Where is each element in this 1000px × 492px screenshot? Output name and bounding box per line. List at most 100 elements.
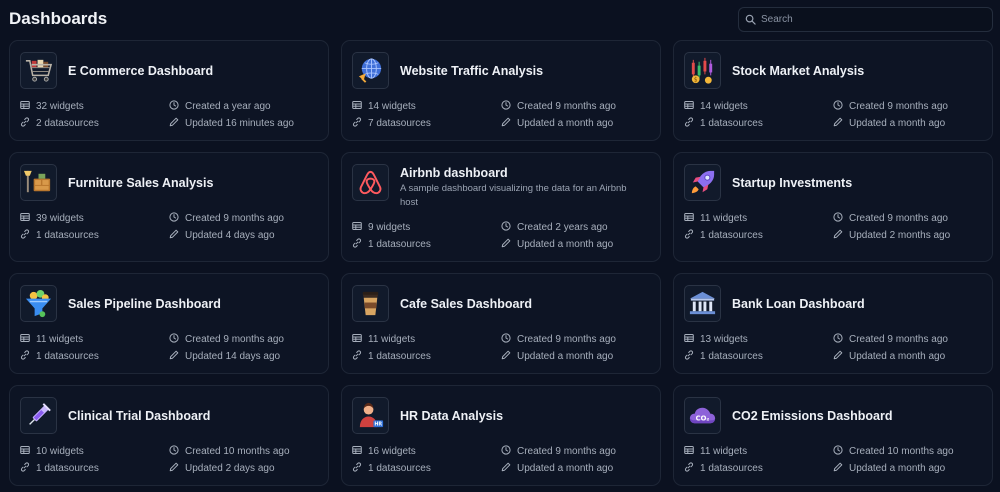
dashboard-card[interactable]: Furniture Sales Analysis 39 widgets 1 da… xyxy=(9,152,329,262)
dashboard-title[interactable]: Airbnb dashboard xyxy=(400,166,508,180)
pencil-icon xyxy=(169,462,185,475)
widgets-count-label: 10 widgets xyxy=(36,446,84,457)
updated-time-label: Updated a month ago xyxy=(517,463,614,474)
widgets-icon xyxy=(684,333,700,346)
updated-time-label: Updated a month ago xyxy=(517,118,614,129)
updated-time: Updated a month ago xyxy=(501,462,613,475)
datasources-count-label: 1 datasources xyxy=(700,118,763,129)
clock-icon xyxy=(501,445,517,458)
updated-time: Updated a month ago xyxy=(833,462,945,475)
widgets-count: 32 widgets xyxy=(20,100,84,113)
syringe-icon xyxy=(20,397,57,434)
dashboard-title[interactable]: Bank Loan Dashboard xyxy=(732,297,865,311)
dashboard-title[interactable]: Website Traffic Analysis xyxy=(400,64,543,78)
widgets-count-label: 14 widgets xyxy=(368,101,416,112)
link-icon xyxy=(20,117,36,130)
dashboard-card[interactable]: $ Stock Market Analysis 14 widgets 1 dat… xyxy=(673,40,993,141)
datasources-count: 1 datasources xyxy=(684,229,763,242)
created-time: Created 9 months ago xyxy=(169,333,284,346)
clock-icon xyxy=(501,221,517,234)
created-time: Created 9 months ago xyxy=(833,212,948,225)
updated-time: Updated 16 minutes ago xyxy=(169,117,294,130)
dashboard-card[interactable]: E Commerce Dashboard 32 widgets 2 dataso… xyxy=(9,40,329,141)
dashboard-title[interactable]: HR Data Analysis xyxy=(400,409,503,423)
created-time: Created 9 months ago xyxy=(169,212,284,225)
dashboard-title[interactable]: CO2 Emissions Dashboard xyxy=(732,409,892,423)
search-box[interactable] xyxy=(738,7,993,32)
pencil-icon xyxy=(833,350,849,363)
search-input[interactable] xyxy=(761,14,986,25)
widgets-icon xyxy=(684,100,700,113)
datasources-count-label: 1 datasources xyxy=(700,230,763,241)
dashboard-card[interactable]: Clinical Trial Dashboard 10 widgets 1 da… xyxy=(9,385,329,486)
link-icon xyxy=(352,117,368,130)
dashboard-card[interactable]: HR HR Data Analysis 16 widgets 1 datasou… xyxy=(341,385,661,486)
dashboard-card[interactable]: Bank Loan Dashboard 13 widgets 1 datasou… xyxy=(673,273,993,374)
clock-icon xyxy=(169,445,185,458)
airbnb-logo-icon xyxy=(352,164,389,201)
funnel-icon xyxy=(20,285,57,322)
dashboard-card[interactable]: Startup Investments 11 widgets 1 datasou… xyxy=(673,152,993,262)
dashboard-card[interactable]: CO₂ CO2 Emissions Dashboard 11 widgets 1… xyxy=(673,385,993,486)
widgets-icon xyxy=(20,445,36,458)
created-time: Created 9 months ago xyxy=(501,445,616,458)
datasources-count: 1 datasources xyxy=(684,462,763,475)
widgets-icon xyxy=(352,333,368,346)
created-time-label: Created 9 months ago xyxy=(849,334,948,345)
clock-icon xyxy=(169,333,185,346)
pencil-icon xyxy=(501,117,517,130)
updated-time: Updated a month ago xyxy=(833,117,945,130)
widgets-count-label: 9 widgets xyxy=(368,222,411,233)
clock-icon xyxy=(169,212,185,225)
created-time-label: Created 10 months ago xyxy=(849,446,954,457)
widgets-count: 14 widgets xyxy=(684,100,748,113)
widgets-count-label: 32 widgets xyxy=(36,101,84,112)
datasources-count: 1 datasources xyxy=(352,462,431,475)
link-icon xyxy=(352,462,368,475)
dashboard-description: A sample dashboard visualizing the data … xyxy=(400,183,627,208)
dashboard-card[interactable]: Cafe Sales Dashboard 11 widgets 1 dataso… xyxy=(341,273,661,374)
dashboard-title[interactable]: Furniture Sales Analysis xyxy=(68,176,213,190)
link-icon xyxy=(352,238,368,251)
widgets-count-label: 16 widgets xyxy=(368,446,416,457)
datasources-count-label: 7 datasources xyxy=(368,118,431,129)
datasources-count: 2 datasources xyxy=(20,117,99,130)
datasources-count-label: 1 datasources xyxy=(700,463,763,474)
dashboard-title[interactable]: Cafe Sales Dashboard xyxy=(400,297,532,311)
dashboard-title[interactable]: Sales Pipeline Dashboard xyxy=(68,297,221,311)
created-time-label: Created 9 months ago xyxy=(185,213,284,224)
updated-time-label: Updated a month ago xyxy=(849,118,946,129)
pencil-icon xyxy=(833,117,849,130)
dashboard-title[interactable]: Startup Investments xyxy=(732,176,852,190)
created-time: Created 9 months ago xyxy=(833,333,948,346)
updated-time: Updated 2 days ago xyxy=(169,462,275,475)
dashboard-title[interactable]: Clinical Trial Dashboard xyxy=(68,409,210,423)
clock-icon xyxy=(833,445,849,458)
coffee-cup-icon xyxy=(352,285,389,322)
widgets-count: 10 widgets xyxy=(20,445,84,458)
updated-time: Updated a month ago xyxy=(501,350,613,363)
created-time: Created 10 months ago xyxy=(833,445,954,458)
widgets-count-label: 11 widgets xyxy=(700,213,748,224)
datasources-count: 1 datasources xyxy=(20,462,99,475)
dashboard-card[interactable]: Sales Pipeline Dashboard 11 widgets 1 da… xyxy=(9,273,329,374)
updated-time: Updated a month ago xyxy=(501,117,613,130)
page-title: Dashboards xyxy=(9,9,108,28)
datasources-count: 1 datasources xyxy=(352,238,431,251)
clock-icon xyxy=(833,333,849,346)
dashboard-card[interactable]: Website Traffic Analysis 14 widgets 7 da… xyxy=(341,40,661,141)
dashboard-title[interactable]: Stock Market Analysis xyxy=(732,64,864,78)
datasources-count: 1 datasources xyxy=(684,117,763,130)
created-time: Created 2 years ago xyxy=(501,221,608,234)
shopping-cart-icon xyxy=(20,52,57,89)
updated-time-label: Updated a month ago xyxy=(517,239,614,250)
datasources-count: 7 datasources xyxy=(352,117,431,130)
co2-cloud-icon: CO₂ xyxy=(684,397,721,434)
pencil-icon xyxy=(501,350,517,363)
dashboard-title[interactable]: E Commerce Dashboard xyxy=(68,64,213,78)
datasources-count: 1 datasources xyxy=(352,350,431,363)
created-time: Created 9 months ago xyxy=(501,100,616,113)
pencil-icon xyxy=(501,238,517,251)
dashboard-card[interactable]: Airbnb dashboard A sample dashboard visu… xyxy=(341,152,661,262)
pencil-icon xyxy=(169,229,185,242)
